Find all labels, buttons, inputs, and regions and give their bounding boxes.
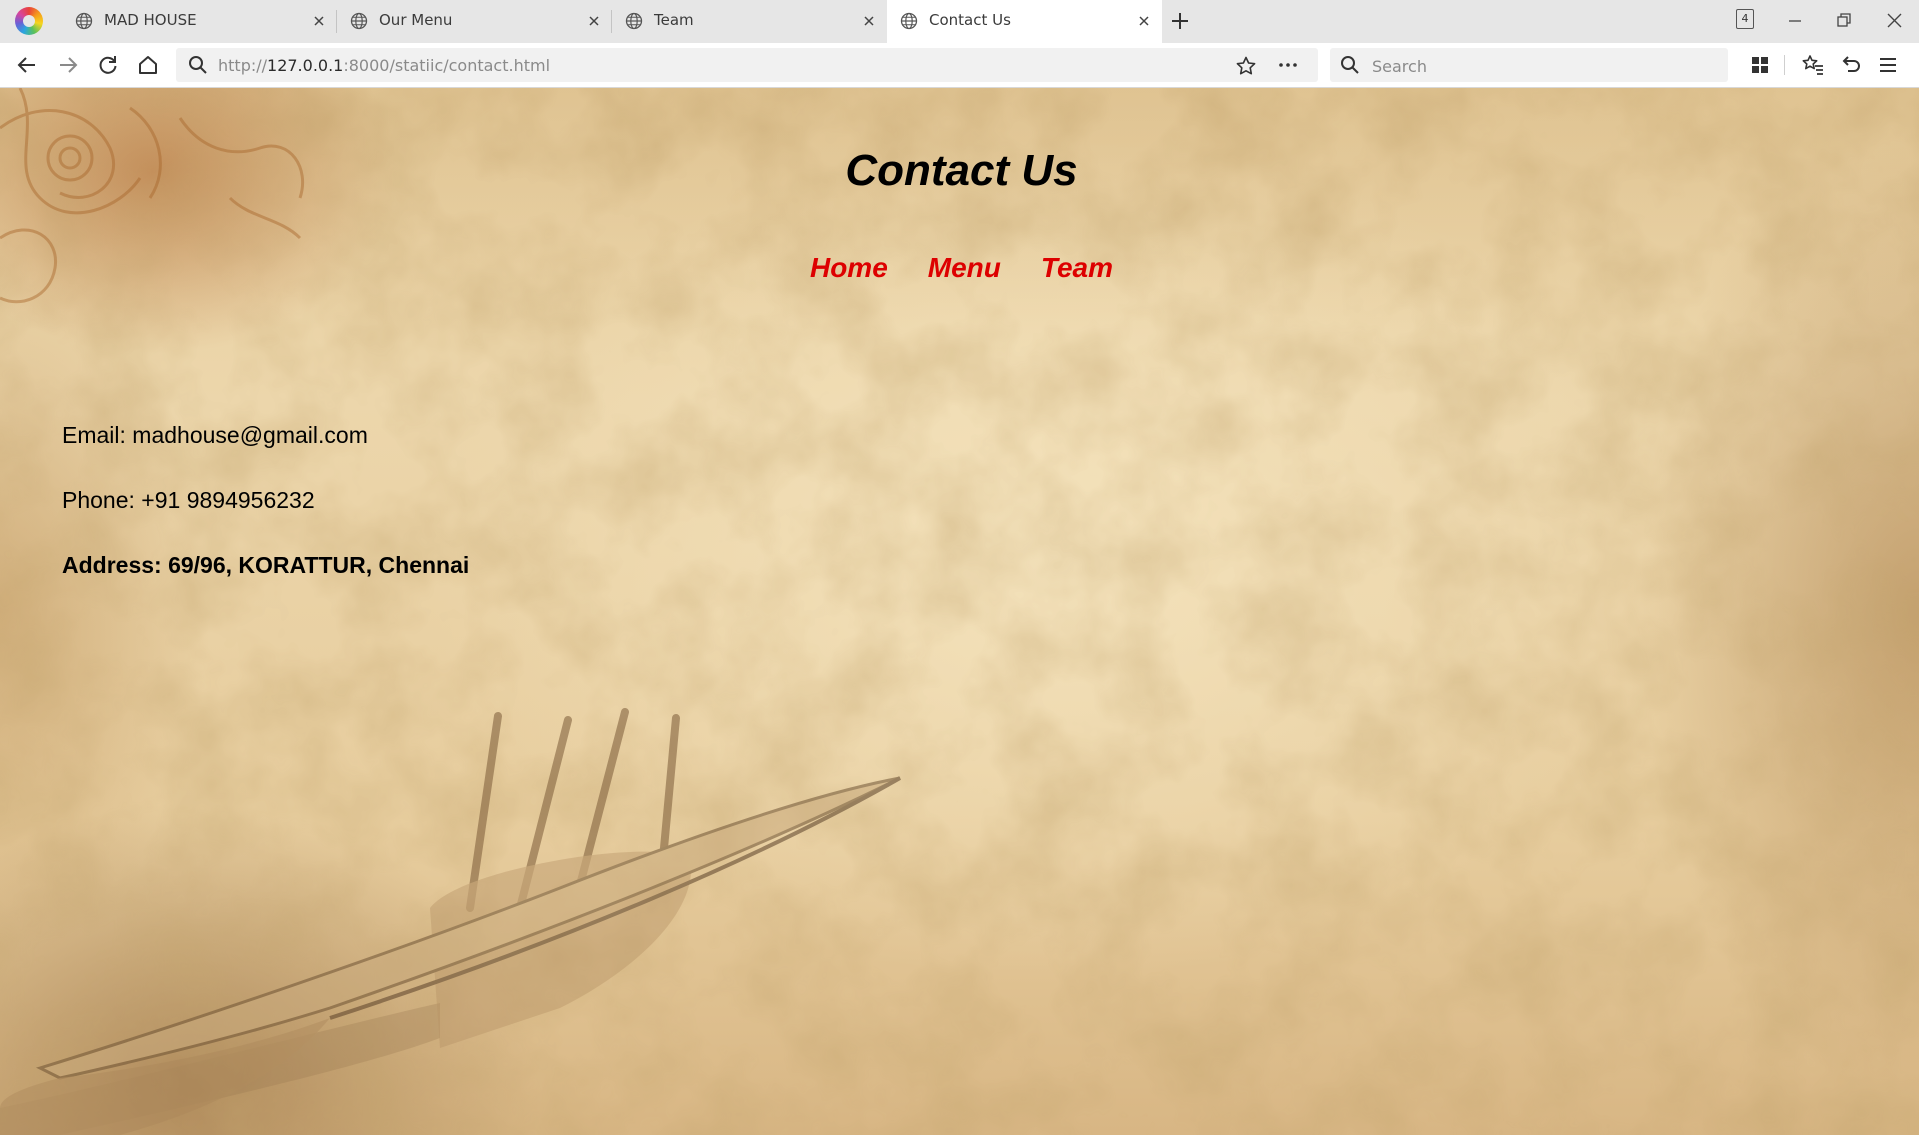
nav-link-team[interactable]: Team [1041, 252, 1113, 283]
close-icon[interactable] [859, 11, 879, 31]
search-icon [1341, 56, 1359, 74]
tab-contact-us[interactable]: Contact Us [887, 0, 1162, 43]
tab-our-menu[interactable]: Our Menu [337, 0, 612, 43]
search-bar[interactable] [1330, 48, 1728, 82]
search-icon [189, 56, 207, 74]
minimize-icon[interactable] [1780, 6, 1810, 36]
restore-icon[interactable] [1829, 6, 1859, 36]
url-host: 127.0.0.1 [267, 56, 344, 75]
tab-count-badge[interactable]: 4 [1736, 9, 1754, 29]
contact-email: Email: madhouse@gmail.com [62, 422, 368, 448]
tab-mad-house[interactable]: MAD HOUSE [62, 0, 337, 43]
page-title: Contact Us [845, 146, 1078, 195]
close-icon[interactable] [1134, 11, 1154, 31]
page-viewport: Contact Us Home Menu Team Email: madhouse@… [0, 88, 1919, 1135]
globe-icon [900, 12, 918, 30]
globe-icon [625, 12, 643, 30]
undo-icon[interactable] [1836, 51, 1864, 79]
bookmarks-icon[interactable] [1799, 51, 1827, 79]
contact-phone: Phone: +91 9894956232 [62, 487, 315, 513]
tab-team[interactable]: Team [612, 0, 887, 43]
nav-link-menu[interactable]: Menu [928, 252, 1001, 283]
grid-icon[interactable] [1746, 51, 1774, 79]
tab-title: MAD HOUSE [104, 11, 197, 29]
toolbar-divider [1784, 55, 1785, 75]
url-text[interactable]: http://127.0.0.1:8000/statiic/contact.ht… [218, 56, 550, 75]
reload-icon[interactable] [94, 51, 122, 79]
close-icon[interactable] [309, 11, 329, 31]
plus-icon[interactable] [1167, 8, 1193, 34]
address-bar[interactable]: http://127.0.0.1:8000/statiic/contact.ht… [176, 48, 1318, 82]
search-input[interactable] [1370, 52, 1714, 80]
browser-logo-icon[interactable] [15, 7, 43, 35]
back-arrow-icon[interactable] [13, 51, 41, 79]
close-icon[interactable] [584, 11, 604, 31]
url-scheme: http:// [218, 56, 268, 75]
site-navigation: Home Menu Team [0, 252, 1919, 284]
nav-link-home[interactable]: Home [810, 252, 888, 283]
globe-icon [350, 12, 368, 30]
tab-title: Team [654, 11, 694, 29]
url-path: :8000/statiic/contact.html [343, 56, 551, 75]
star-icon[interactable] [1235, 55, 1257, 77]
tab-strip: MAD HOUSE Our Menu Team Contact Us 4 [0, 0, 1919, 43]
globe-icon [75, 12, 93, 30]
home-icon[interactable] [134, 51, 162, 79]
header-band [0, 88, 1919, 333]
tab-title: Contact Us [929, 11, 1011, 29]
tab-title: Our Menu [379, 11, 453, 29]
more-icon[interactable] [1276, 54, 1300, 76]
menu-icon[interactable] [1874, 51, 1902, 79]
close-window-icon[interactable] [1879, 6, 1909, 36]
contact-address: Address: 69/96, KORATTUR, Chennai [62, 552, 470, 578]
forward-arrow-icon[interactable] [54, 51, 82, 79]
navigation-toolbar: http://127.0.0.1:8000/statiic/contact.ht… [0, 43, 1919, 88]
fork-and-knife-decoration [0, 708, 901, 1135]
browser-window: MAD HOUSE Our Menu Team Contact Us 4 htt… [0, 0, 1919, 1135]
